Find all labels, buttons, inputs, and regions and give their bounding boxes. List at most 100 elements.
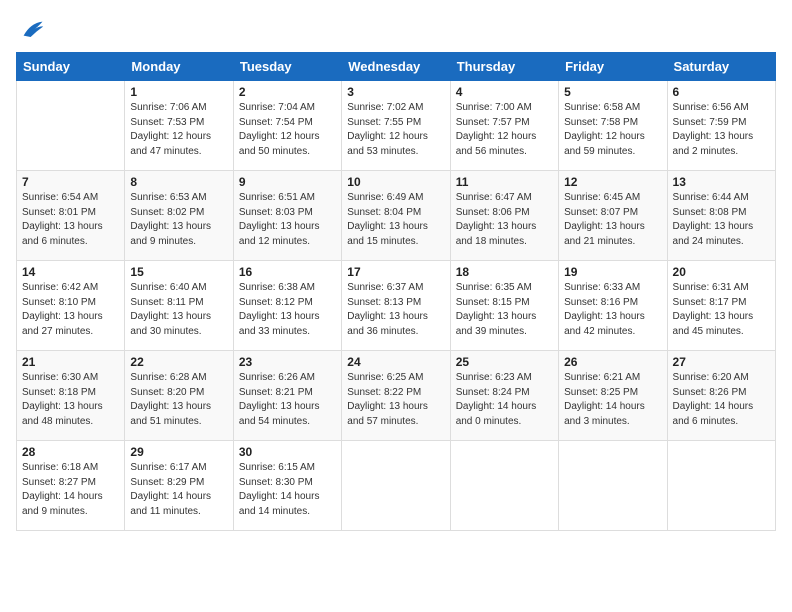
day-number: 23: [239, 355, 336, 369]
logo: [16, 16, 46, 44]
weekday-header-tuesday: Tuesday: [233, 53, 341, 81]
calendar-cell: [667, 441, 775, 531]
calendar-cell: 24 Sunrise: 6:25 AMSunset: 8:22 PMDayligh…: [342, 351, 450, 441]
day-number: 16: [239, 265, 336, 279]
calendar-cell: 4 Sunrise: 7:00 AMSunset: 7:57 PMDaylight…: [450, 81, 558, 171]
day-info: Sunrise: 6:51 AMSunset: 8:03 PMDaylight:…: [239, 191, 336, 249]
day-info: Sunrise: 6:56 AMSunset: 7:59 PMDaylight:…: [673, 101, 770, 159]
weekday-header-monday: Monday: [125, 53, 233, 81]
day-number: 18: [456, 265, 553, 279]
calendar-cell: 23 Sunrise: 6:26 AMSunset: 8:21 PMDayligh…: [233, 351, 341, 441]
day-info: Sunrise: 6:17 AMSunset: 8:29 PMDaylight:…: [130, 461, 227, 519]
day-number: 1: [130, 85, 227, 99]
calendar-cell: 26 Sunrise: 6:21 AMSunset: 8:25 PMDayligh…: [559, 351, 667, 441]
calendar-cell: 29Sunrise: 6:17 AMSunset: 8:29 PMDayligh…: [125, 441, 233, 531]
calendar-cell: 13 Sunrise: 6:44 AMSunset: 8:08 PMDayligh…: [667, 171, 775, 261]
weekday-header-row: SundayMondayTuesdayWednesdayThursdayFrid…: [17, 53, 776, 81]
day-info: Sunrise: 6:25 AMSunset: 8:22 PMDaylight:…: [347, 371, 444, 429]
calendar-cell: 18 Sunrise: 6:35 AMSunset: 8:15 PMDayligh…: [450, 261, 558, 351]
day-info: Sunrise: 6:18 AMSunset: 8:27 PMDaylight:…: [22, 461, 119, 519]
day-number: 9: [239, 175, 336, 189]
calendar-cell: 28Sunrise: 6:18 AMSunset: 8:27 PMDayligh…: [17, 441, 125, 531]
day-info: Sunrise: 6:31 AMSunset: 8:17 PMDaylight:…: [673, 281, 770, 339]
weekday-header-thursday: Thursday: [450, 53, 558, 81]
day-info: Sunrise: 6:20 AMSunset: 8:26 PMDaylight:…: [673, 371, 770, 429]
day-info: Sunrise: 6:35 AMSunset: 8:15 PMDaylight:…: [456, 281, 553, 339]
day-number: 2: [239, 85, 336, 99]
day-info: Sunrise: 6:53 AMSunset: 8:02 PMDaylight:…: [130, 191, 227, 249]
weekday-header-friday: Friday: [559, 53, 667, 81]
day-number: 15: [130, 265, 227, 279]
day-number: 13: [673, 175, 770, 189]
day-info: Sunrise: 6:37 AMSunset: 8:13 PMDaylight:…: [347, 281, 444, 339]
day-number: 7: [22, 175, 119, 189]
day-number: 19: [564, 265, 661, 279]
calendar-cell: 25 Sunrise: 6:23 AMSunset: 8:24 PMDayligh…: [450, 351, 558, 441]
day-number: 8: [130, 175, 227, 189]
day-number: 12: [564, 175, 661, 189]
day-number: 30: [239, 445, 336, 459]
day-info: Sunrise: 6:26 AMSunset: 8:21 PMDaylight:…: [239, 371, 336, 429]
calendar-week-row: 14 Sunrise: 6:42 AMSunset: 8:10 PMDayligh…: [17, 261, 776, 351]
day-info: Sunrise: 7:02 AMSunset: 7:55 PMDaylight:…: [347, 101, 444, 159]
calendar-week-row: 7 Sunrise: 6:54 AMSunset: 8:01 PMDaylight…: [17, 171, 776, 261]
weekday-header-wednesday: Wednesday: [342, 53, 450, 81]
day-info: Sunrise: 6:23 AMSunset: 8:24 PMDaylight:…: [456, 371, 553, 429]
day-number: 10: [347, 175, 444, 189]
calendar-cell: 14 Sunrise: 6:42 AMSunset: 8:10 PMDayligh…: [17, 261, 125, 351]
day-number: 14: [22, 265, 119, 279]
day-info: Sunrise: 6:45 AMSunset: 8:07 PMDaylight:…: [564, 191, 661, 249]
calendar-cell: 6Sunrise: 6:56 AMSunset: 7:59 PMDaylight…: [667, 81, 775, 171]
calendar-cell: [559, 441, 667, 531]
calendar-cell: 21Sunrise: 6:30 AMSunset: 8:18 PMDayligh…: [17, 351, 125, 441]
day-info: Sunrise: 6:21 AMSunset: 8:25 PMDaylight:…: [564, 371, 661, 429]
calendar-cell: 12 Sunrise: 6:45 AMSunset: 8:07 PMDayligh…: [559, 171, 667, 261]
calendar-cell: 3 Sunrise: 7:02 AMSunset: 7:55 PMDaylight…: [342, 81, 450, 171]
calendar-cell: 17 Sunrise: 6:37 AMSunset: 8:13 PMDayligh…: [342, 261, 450, 351]
day-info: Sunrise: 6:30 AMSunset: 8:18 PMDaylight:…: [22, 371, 119, 429]
page-header: [16, 16, 776, 44]
calendar-cell: 27 Sunrise: 6:20 AMSunset: 8:26 PMDayligh…: [667, 351, 775, 441]
calendar-week-row: 28Sunrise: 6:18 AMSunset: 8:27 PMDayligh…: [17, 441, 776, 531]
calendar-cell: 5 Sunrise: 6:58 AMSunset: 7:58 PMDaylight…: [559, 81, 667, 171]
day-info: Sunrise: 6:47 AMSunset: 8:06 PMDaylight:…: [456, 191, 553, 249]
calendar-week-row: 21Sunrise: 6:30 AMSunset: 8:18 PMDayligh…: [17, 351, 776, 441]
day-number: 27: [673, 355, 770, 369]
day-number: 11: [456, 175, 553, 189]
calendar-table: SundayMondayTuesdayWednesdayThursdayFrid…: [16, 52, 776, 531]
calendar-cell: 30 Sunrise: 6:15 AMSunset: 8:30 PMDayligh…: [233, 441, 341, 531]
day-info: Sunrise: 6:49 AMSunset: 8:04 PMDaylight:…: [347, 191, 444, 249]
calendar-cell: 9 Sunrise: 6:51 AMSunset: 8:03 PMDaylight…: [233, 171, 341, 261]
day-number: 5: [564, 85, 661, 99]
day-info: Sunrise: 6:58 AMSunset: 7:58 PMDaylight:…: [564, 101, 661, 159]
day-number: 3: [347, 85, 444, 99]
day-info: Sunrise: 6:44 AMSunset: 8:08 PMDaylight:…: [673, 191, 770, 249]
day-info: Sunrise: 7:00 AMSunset: 7:57 PMDaylight:…: [456, 101, 553, 159]
day-number: 25: [456, 355, 553, 369]
calendar-cell: [450, 441, 558, 531]
calendar-cell: 2 Sunrise: 7:04 AMSunset: 7:54 PMDaylight…: [233, 81, 341, 171]
day-info: Sunrise: 6:40 AMSunset: 8:11 PMDaylight:…: [130, 281, 227, 339]
day-info: Sunrise: 7:04 AMSunset: 7:54 PMDaylight:…: [239, 101, 336, 159]
calendar-cell: 20 Sunrise: 6:31 AMSunset: 8:17 PMDayligh…: [667, 261, 775, 351]
day-info: Sunrise: 6:15 AMSunset: 8:30 PMDaylight:…: [239, 461, 336, 519]
calendar-cell: 8 Sunrise: 6:53 AMSunset: 8:02 PMDaylight…: [125, 171, 233, 261]
day-number: 24: [347, 355, 444, 369]
weekday-header-saturday: Saturday: [667, 53, 775, 81]
calendar-cell: 10 Sunrise: 6:49 AMSunset: 8:04 PMDayligh…: [342, 171, 450, 261]
weekday-header-sunday: Sunday: [17, 53, 125, 81]
day-number: 4: [456, 85, 553, 99]
day-number: 17: [347, 265, 444, 279]
day-info: Sunrise: 6:54 AMSunset: 8:01 PMDaylight:…: [22, 191, 119, 249]
day-info: Sunrise: 6:33 AMSunset: 8:16 PMDaylight:…: [564, 281, 661, 339]
day-number: 20: [673, 265, 770, 279]
calendar-cell: 16Sunrise: 6:38 AMSunset: 8:12 PMDayligh…: [233, 261, 341, 351]
logo-bird-icon: [18, 16, 46, 44]
calendar-cell: [17, 81, 125, 171]
day-info: Sunrise: 7:06 AMSunset: 7:53 PMDaylight:…: [130, 101, 227, 159]
calendar-cell: [342, 441, 450, 531]
day-info: Sunrise: 6:42 AMSunset: 8:10 PMDaylight:…: [22, 281, 119, 339]
calendar-cell: 11 Sunrise: 6:47 AMSunset: 8:06 PMDayligh…: [450, 171, 558, 261]
day-number: 26: [564, 355, 661, 369]
calendar-cell: 1 Sunrise: 7:06 AMSunset: 7:53 PMDaylight…: [125, 81, 233, 171]
